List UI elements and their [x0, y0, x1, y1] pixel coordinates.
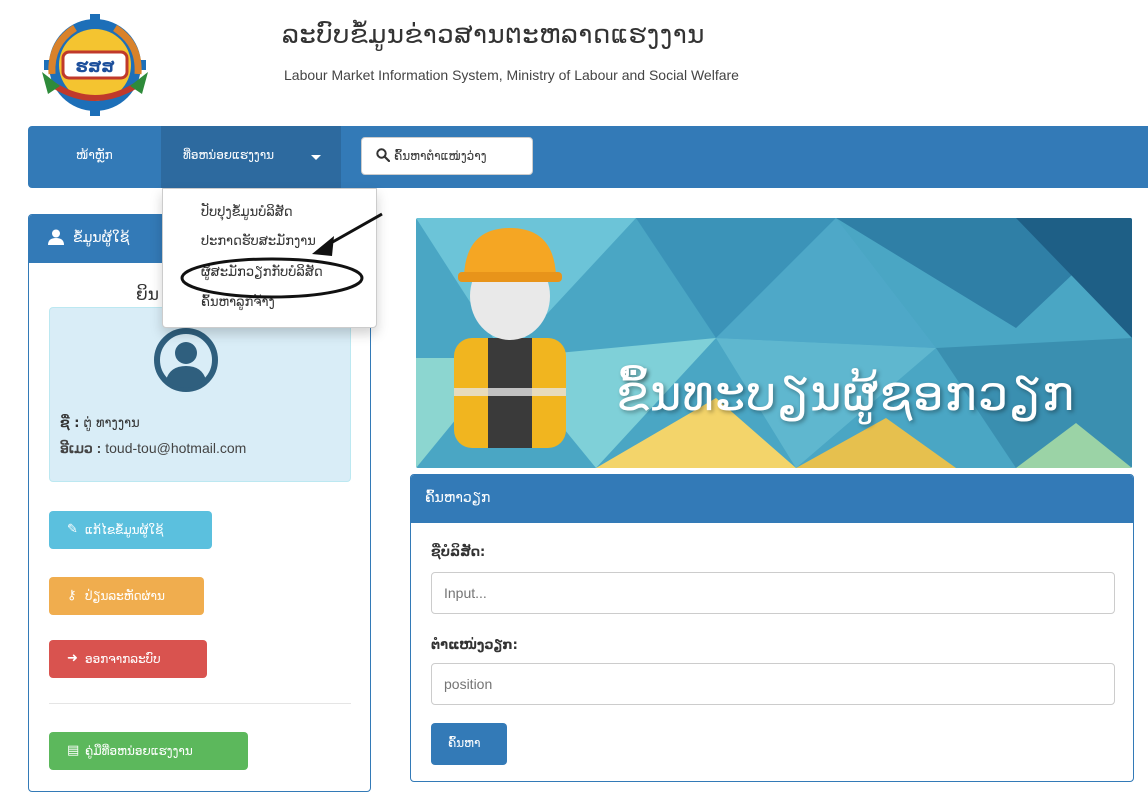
job-search-panel: ຄົ້ນຫາວຽກ ຊື່ບໍລິສັດ: ຕໍາແໜ່ງວຽກ: ຄົ້ນຫາ [410, 474, 1134, 782]
logout-label: ອອກຈາກລະບົບ [85, 652, 161, 666]
caret-down-icon [311, 155, 321, 160]
welcome-text: ຍິນ [136, 285, 159, 305]
main-navbar: ໜ້າຫຼັກ ທີ່ອຫນ່ອຍແຮງງານ ຄົ້ນຫາຕໍາແໜ່ງວ່າ… [28, 126, 1148, 188]
company-label: ຊື່ບໍລິສັດ: [431, 545, 486, 560]
name-label: ຊື່ : [60, 416, 80, 431]
edit-profile-button[interactable]: ✎ ແກ້ໄຂຂໍ້ມູນຜູ້ໃຊ້ [49, 511, 212, 549]
search-vacancy-button[interactable]: ຄົ້ນຫາຕໍາແໜ່ງວ່າງ [361, 137, 533, 175]
logo-text: ຮສສ [76, 57, 116, 76]
book-icon: ▤ [67, 743, 80, 758]
change-password-label: ປ່ຽນລະຫັດຜ່ານ [85, 589, 165, 603]
email-label: ອີເມວ : [60, 440, 102, 456]
nav-dropdown-label: ທີ່ອຫນ່ອຍແຮງງານ [183, 148, 275, 162]
avatar-icon [154, 328, 218, 392]
nav-employer-dropdown[interactable]: ທີ່ອຫນ່ອຍແຮງງານ [161, 126, 341, 188]
jobseeker-banner[interactable]: ຂຶ້ນທະບຽນຜູ້ຊອກວຽກ [416, 218, 1132, 468]
key-icon: ⚷ [67, 588, 77, 603]
ministry-logo: ຮສສ [42, 14, 148, 116]
profile-card: ຊື່ : ຕູ່ ທາງງານ ອີເມວ : toud-tou@hotmai… [49, 307, 351, 482]
profile-email: ອີເມວ : toud-tou@hotmail.com [60, 440, 246, 457]
divider [49, 703, 351, 704]
profile-name: ຊື່ : ຕູ່ ທາງງານ [60, 416, 140, 431]
job-search-title: ຄົ້ນຫາວຽກ [425, 490, 491, 506]
manual-label: ຄູ່ມືທີ່ອຫນ່ອຍແຮງງານ [85, 744, 193, 758]
job-search-header: ຄົ້ນຫາວຽກ [411, 475, 1133, 523]
banner-title: ຂຶ້ນທະບຽນຜູ້ຊອກວຽກ [616, 366, 1076, 422]
logout-icon: ➜ [67, 651, 78, 666]
nav-home-link[interactable]: ໜ້າຫຼັກ [76, 148, 113, 162]
employer-dropdown-menu: ປັບປຸງຂໍ້ມູນບໍລິສັດ ປະກາດຮັບສະມັກງານ ຜູ້… [162, 188, 377, 328]
email-value: toud-tou@hotmail.com [105, 440, 247, 456]
menu-item-applicants[interactable]: ຜູ້ສະມັກວຽກກັບບໍລິສັດ [201, 265, 323, 280]
search-submit-button[interactable]: ຄົ້ນຫາ [431, 723, 507, 765]
site-subtitle: Labour Market Information System, Minist… [284, 67, 739, 83]
position-label: ຕໍາແໜ່ງວຽກ: [431, 638, 518, 653]
search-submit-label: ຄົ້ນຫາ [448, 736, 481, 750]
edit-profile-label: ແກ້ໄຂຂໍ້ມູນຜູ້ໃຊ້ [85, 523, 164, 537]
search-vacancy-label: ຄົ້ນຫາຕໍາແໜ່ງວ່າງ [394, 149, 487, 163]
site-title: ລະບົບຂໍ້ມູນຂ່າວສານຕະຫລາດແຮງງານ [282, 20, 705, 50]
pencil-icon: ✎ [67, 522, 78, 537]
position-input[interactable] [431, 663, 1115, 705]
logout-button[interactable]: ➜ ອອກຈາກລະບົບ [49, 640, 207, 678]
company-input[interactable] [431, 572, 1115, 614]
menu-item-search-employees[interactable]: ຄົ້ນຫາລູກຈ້າງ [201, 295, 275, 310]
menu-item-update-company[interactable]: ປັບປຸງຂໍ້ມູນບໍລິສັດ [201, 205, 293, 220]
manual-button[interactable]: ▤ ຄູ່ມືທີ່ອຫນ່ອຍແຮງງານ [49, 732, 248, 770]
menu-item-post-vacancy[interactable]: ປະກາດຮັບສະມັກງານ [201, 234, 316, 249]
change-password-button[interactable]: ⚷ ປ່ຽນລະຫັດຜ່ານ [49, 577, 204, 615]
banner-background [416, 218, 1132, 468]
site-header: ຮສສ ລະບົບຂໍ້ມູນຂ່າວສານຕະຫລາດແຮງງານ Labou… [0, 0, 1148, 125]
user-panel-title: ຂໍ້ມູນຜູ້ໃຊ້ [73, 230, 130, 246]
user-icon [48, 229, 64, 245]
name-value: ຕູ່ ທາງງານ [83, 416, 140, 431]
search-icon [376, 148, 390, 162]
